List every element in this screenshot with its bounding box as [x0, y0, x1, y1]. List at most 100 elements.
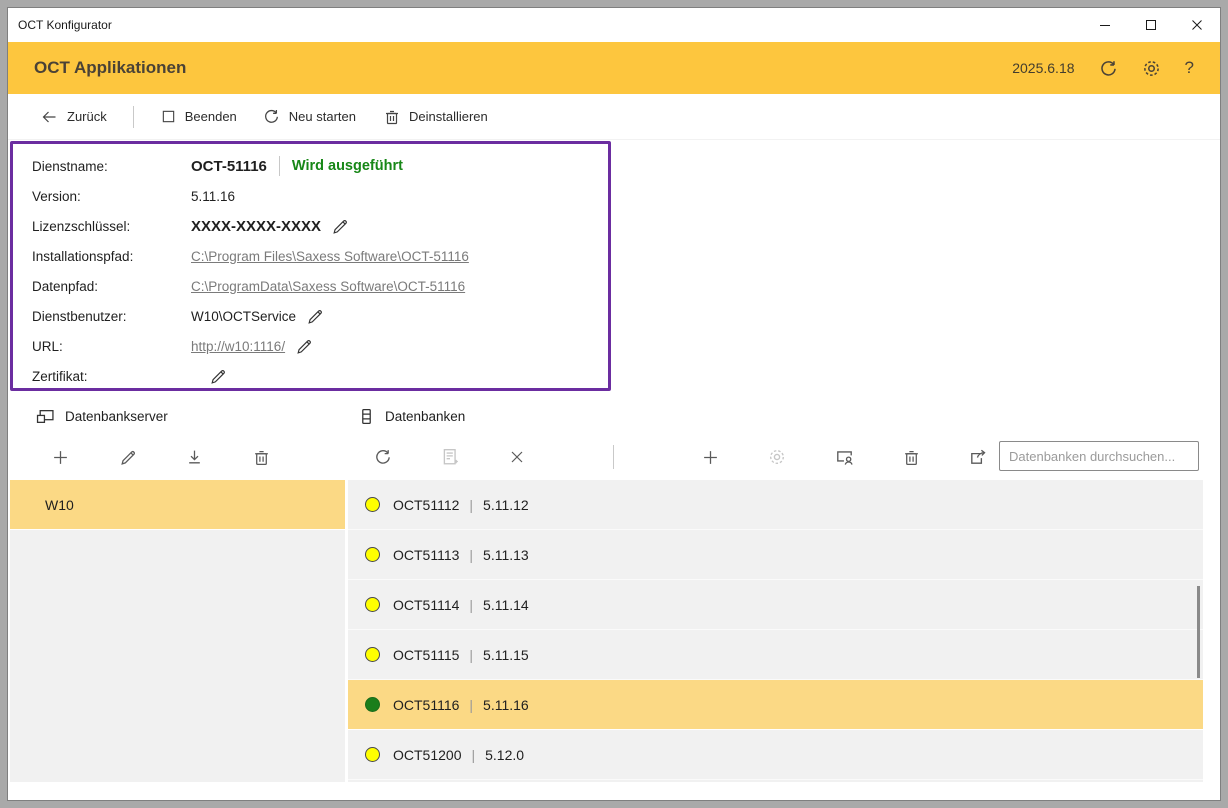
pencil-icon	[209, 368, 226, 385]
data-path-link[interactable]: C:\ProgramData\Saxess Software\OCT-51116	[191, 279, 465, 294]
separator: |	[469, 497, 473, 513]
back-label: Zurück	[67, 109, 107, 124]
separator: |	[471, 747, 475, 763]
database-name: OCT51116	[393, 697, 459, 713]
minimize-icon	[1097, 17, 1113, 33]
database-settings-button[interactable]	[767, 447, 787, 467]
database-name: OCT51113	[393, 547, 459, 563]
titlebar: OCT Konfigurator	[8, 8, 1220, 42]
gear-icon	[768, 448, 786, 466]
databases-section-title: Datenbanken	[385, 409, 465, 424]
status-dot-yellow	[365, 647, 380, 662]
database-list-item[interactable]: OCT51114|5.11.14	[348, 580, 1203, 630]
install-path-link[interactable]: C:\Program Files\Saxess Software\OCT-511…	[191, 249, 469, 264]
field-label: Installationspfad:	[32, 249, 191, 264]
separator: |	[469, 697, 473, 713]
version-date: 2025.6.18	[1012, 60, 1074, 76]
database-list-item[interactable]: OCT51116 | 5.11.16	[348, 680, 1203, 730]
server-list-item[interactable]: W10	[10, 480, 345, 530]
database-name: OCT51112	[393, 497, 459, 513]
service-user-row: Dienstbenutzer: W10\OCTService	[32, 301, 608, 331]
refresh-icon	[374, 448, 392, 466]
database-version: 5.11.12	[483, 497, 529, 513]
database-version: 5.11.15	[483, 647, 529, 663]
database-list-item[interactable]: OCT51115 | 5.11.15	[348, 630, 1203, 680]
add-server-button[interactable]	[50, 447, 70, 467]
stop-square-icon	[161, 109, 176, 124]
url-row: URL: http://w10:1116/	[32, 331, 608, 361]
edit-license-button[interactable]	[331, 218, 348, 235]
database-version: 5.11.16	[483, 697, 529, 713]
close-database-button[interactable]	[507, 447, 527, 467]
delete-server-button[interactable]	[251, 447, 271, 467]
export-database-button[interactable]	[968, 447, 988, 467]
service-info-panel: Dienstname: OCT-51116 Wird ausgeführt Ve…	[10, 141, 611, 391]
gear-icon[interactable]	[1142, 59, 1161, 78]
help-icon[interactable]: ?	[1185, 58, 1194, 78]
certificate-row: Zertifikat:	[32, 361, 608, 391]
server-list: W10	[10, 480, 345, 782]
database-list-item[interactable]: OCT51200 | 5.12.0	[348, 730, 1203, 780]
database-version: 5.11.13	[483, 547, 529, 563]
close-button[interactable]	[1174, 8, 1220, 42]
servers-section-header: Datenbankserver	[36, 400, 168, 432]
add-database-button[interactable]	[700, 447, 720, 467]
servers-panel: W10	[10, 434, 345, 782]
separator: |	[469, 547, 473, 563]
database-list: OCT51112|5.11.12OCT51113|5.11.13OCT51114…	[348, 480, 1203, 782]
separator: |	[469, 597, 473, 613]
license-value: XXXX-XXXX-XXXX	[191, 218, 321, 235]
uninstall-label: Deinstallieren	[409, 109, 488, 124]
window-title: OCT Konfigurator	[8, 18, 1082, 32]
field-label: Datenpfad:	[32, 279, 191, 294]
stop-service-button[interactable]: Beenden	[161, 109, 237, 124]
edit-service-user-button[interactable]	[306, 308, 323, 325]
edit-server-button[interactable]	[117, 447, 137, 467]
field-label: URL:	[32, 339, 191, 354]
database-list-item[interactable]: OCT51112 | 5.11.12	[348, 480, 1203, 530]
share-icon	[969, 448, 987, 466]
uninstall-button[interactable]: Deinstallieren	[384, 109, 488, 125]
back-arrow-icon	[40, 109, 58, 125]
status-dot-yellow	[365, 597, 380, 612]
restart-service-button[interactable]: Neu starten	[263, 108, 356, 125]
close-icon	[1189, 17, 1205, 33]
database-name: OCT51200	[393, 747, 461, 763]
download-icon	[186, 449, 203, 466]
plus-icon	[52, 449, 69, 466]
back-button[interactable]: Zurück	[40, 109, 107, 125]
pencil-icon	[119, 449, 136, 466]
service-url-link[interactable]: http://w10:1116/	[191, 339, 285, 354]
database-list-item[interactable]: OCT51113 | 5.11.13	[348, 530, 1203, 580]
import-server-button[interactable]	[184, 447, 204, 467]
field-label: Lizenzschlüssel:	[32, 219, 191, 234]
database-version: 5.12.0	[485, 747, 524, 763]
separator: |	[469, 647, 473, 663]
devices-icon	[36, 408, 55, 425]
script-database-button[interactable]	[440, 447, 460, 467]
delete-database-button[interactable]	[901, 447, 921, 467]
pencil-icon	[306, 308, 323, 325]
maximize-icon	[1143, 17, 1159, 33]
database-version: 5.11.14	[483, 597, 529, 613]
edit-url-button[interactable]	[295, 338, 312, 355]
scrollbar-thumb[interactable]	[1197, 586, 1200, 678]
license-row: Lizenzschlüssel: XXXX-XXXX-XXXX	[32, 211, 608, 241]
install-path-row: Installationspfad: C:\Program Files\Saxe…	[32, 241, 608, 271]
refresh-databases-button[interactable]	[373, 447, 393, 467]
document-add-icon	[441, 448, 459, 466]
page-title: OCT Applikationen	[34, 58, 1012, 78]
database-search-input[interactable]	[999, 441, 1199, 471]
minimize-button[interactable]	[1082, 8, 1128, 42]
refresh-icon[interactable]	[1099, 59, 1118, 78]
data-path-row: Datenpfad: C:\ProgramData\Saxess Softwar…	[32, 271, 608, 301]
database-name: OCT51115	[393, 647, 459, 663]
edit-certificate-button[interactable]	[209, 368, 226, 385]
database-user-button[interactable]	[834, 447, 854, 467]
value-divider	[279, 156, 280, 176]
restart-label: Neu starten	[289, 109, 356, 124]
maximize-button[interactable]	[1128, 8, 1174, 42]
version-row: Version: 5.11.16	[32, 181, 608, 211]
app-header: OCT Applikationen 2025.6.18 ?	[8, 42, 1220, 94]
toolbar-divider	[133, 106, 134, 128]
